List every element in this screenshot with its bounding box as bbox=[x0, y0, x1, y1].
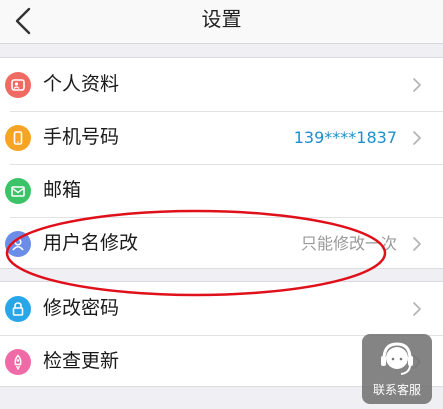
contact-service-button[interactable]: 联系客服 bbox=[362, 334, 432, 404]
chevron-right-icon bbox=[413, 237, 421, 251]
user-icon bbox=[5, 231, 31, 257]
chevron-right-icon bbox=[413, 78, 421, 92]
settings-row-label: 邮箱 bbox=[43, 179, 82, 201]
settings-row-label: 手机号码 bbox=[43, 126, 120, 148]
headset-icon bbox=[381, 342, 413, 375]
contact-service-label: 联系客服 bbox=[372, 383, 421, 397]
settings-row-password[interactable]: 修改密码 bbox=[0, 282, 443, 335]
page-title: 设置 bbox=[201, 7, 242, 31]
settings-row-label: 个人资料 bbox=[43, 73, 120, 95]
settings-row-label: 修改密码 bbox=[43, 297, 120, 319]
settings-row-username[interactable]: 用户名修改 只能修改一次 bbox=[0, 217, 443, 270]
mail-icon bbox=[5, 178, 31, 204]
rocket-icon bbox=[5, 349, 31, 375]
chevron-right-icon bbox=[413, 302, 421, 316]
profile-icon bbox=[5, 72, 31, 98]
settings-row-profile[interactable]: 个人资料 bbox=[0, 58, 443, 111]
settings-group-account: 个人资料 手机号码 139****1837 邮箱 用户名修改 只能修改一次 bbox=[0, 57, 443, 269]
phone-icon bbox=[5, 125, 31, 151]
navigation-bar: 设置 bbox=[0, 0, 443, 44]
chevron-right-icon bbox=[413, 131, 421, 145]
settings-row-email[interactable]: 邮箱 bbox=[0, 164, 443, 217]
phone-number-value: 139****1837 bbox=[293, 128, 397, 147]
settings-row-label: 检查更新 bbox=[43, 350, 120, 372]
settings-row-label: 用户名修改 bbox=[43, 232, 139, 254]
settings-row-phone[interactable]: 手机号码 139****1837 bbox=[0, 111, 443, 164]
lock-icon bbox=[5, 296, 31, 322]
username-hint-value: 只能修改一次 bbox=[300, 234, 397, 253]
